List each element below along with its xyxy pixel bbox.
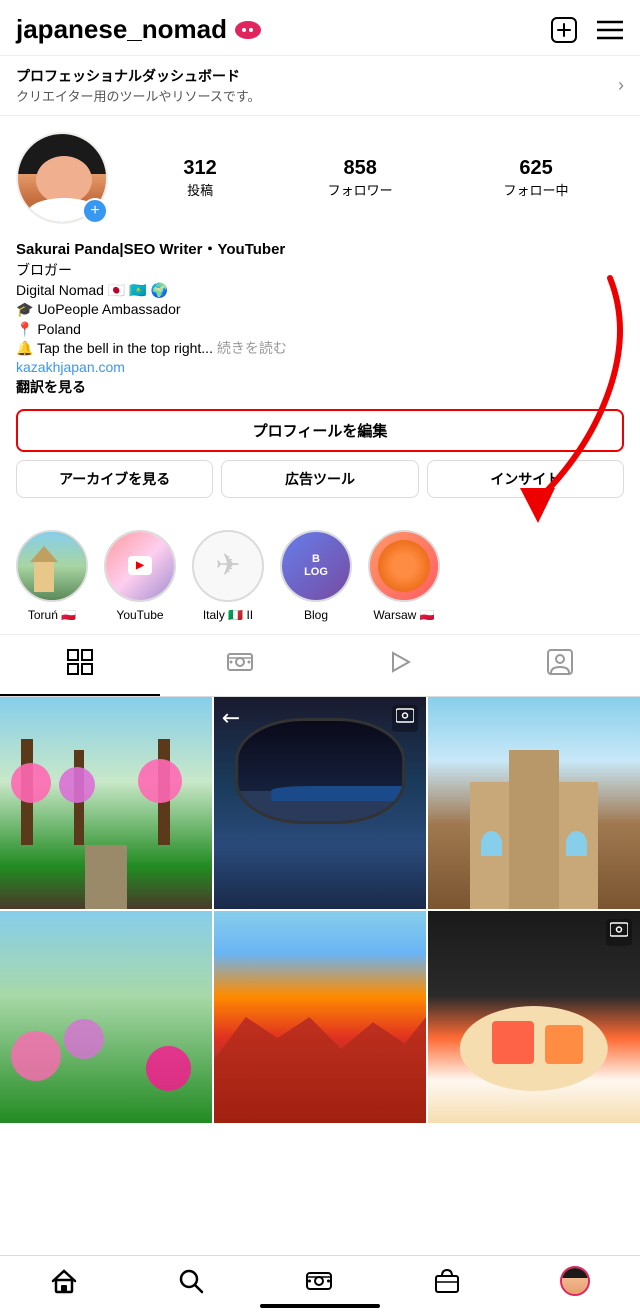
grid-item-4[interactable] (0, 911, 212, 1123)
highlight-label-warsaw: Warsaw 🇵🇱 (373, 608, 434, 622)
search-nav-icon (177, 1267, 205, 1295)
person-tag-icon (547, 649, 573, 682)
tab-tagged[interactable] (480, 635, 640, 696)
sub-buttons-row: アーカイブを見る 広告ツール インサイト (16, 460, 624, 498)
play-icon (387, 649, 413, 682)
highlight-circle-torun (16, 530, 88, 602)
header-left: japanese_nomad (16, 14, 261, 45)
bio-line2: 🎓 UoPeople Ambassador (16, 300, 624, 320)
reels-icon (227, 649, 253, 682)
posts-count: 312 (183, 157, 216, 180)
grid-item-5[interactable] (214, 911, 426, 1123)
reels-nav-icon (305, 1267, 333, 1295)
dashboard-subtitle: クリエイター用のツールやリソースです。 (16, 86, 261, 105)
highlights-scroll: Toruń 🇵🇱 ▶ YouTube ✈ Italy 🇮🇹 II BLOG (0, 530, 640, 622)
following-count: 625 (504, 157, 569, 180)
edit-profile-button[interactable]: プロフィールを編集 (16, 409, 624, 452)
highlight-label-youtube: YouTube (116, 608, 163, 622)
dashboard-banner[interactable]: プロフェッショナルダッシュボード クリエイター用のツールやリソースです。 › (0, 56, 640, 116)
highlights-section: Toruń 🇵🇱 ▶ YouTube ✈ Italy 🇮🇹 II BLOG (0, 522, 640, 635)
bio-line3: 📍 Poland (16, 320, 624, 340)
home-icon (50, 1267, 78, 1295)
nav-profile[interactable] (560, 1266, 590, 1296)
highlight-label-blog: Blog (304, 608, 328, 622)
grid-item-2[interactable]: ↙ (214, 697, 426, 909)
bio-line1: Digital Nomad 🇯🇵 🇰🇿 🌍 (16, 281, 624, 301)
posts-label: 投稿 (187, 183, 213, 198)
profile-section: + 312 投稿 858 フォロワー 625 フォロー中 Sakurai Pan… (0, 116, 640, 522)
bio-link[interactable]: kazakhjapan.com (16, 359, 125, 375)
highlight-label-italy: Italy 🇮🇹 II (203, 608, 253, 622)
profile-top: + 312 投稿 858 フォロワー 625 フォロー中 (16, 132, 624, 224)
nav-reels[interactable] (305, 1267, 333, 1295)
grid-icon (67, 649, 93, 682)
highlight-circle-youtube: ▶ (104, 530, 176, 602)
bio-line4: 🔔 Tap the bell in the top right... 続きを読む (16, 339, 624, 359)
highlight-label-torun: Toruń 🇵🇱 (28, 608, 76, 622)
nav-search[interactable] (177, 1267, 205, 1295)
highlight-torun[interactable]: Toruń 🇵🇱 (16, 530, 88, 622)
display-name: Sakurai Panda|SEO Writer・YouTuber (16, 238, 624, 259)
grid-item-6[interactable] (428, 911, 640, 1123)
message-dot-icon[interactable] (235, 21, 261, 39)
followers-count: 858 (328, 157, 393, 180)
highlight-italy[interactable]: ✈ Italy 🇮🇹 II (192, 530, 264, 622)
header-actions (550, 16, 624, 44)
home-bar (260, 1304, 380, 1308)
nav-shop[interactable] (433, 1267, 461, 1295)
grid-item-1[interactable] (0, 697, 212, 909)
add-story-button[interactable]: + (82, 198, 108, 224)
highlight-blog[interactable]: BLOG Blog (280, 530, 352, 622)
highlight-circle-italy: ✈ (192, 530, 264, 602)
highlight-circle-blog: BLOG (280, 530, 352, 602)
nav-home[interactable] (50, 1267, 78, 1295)
following-label: フォロー中 (504, 183, 569, 198)
dashboard-text: プロフェッショナルダッシュボード クリエイター用のツールやリソースです。 (16, 66, 261, 105)
insights-button[interactable]: インサイト (427, 460, 624, 498)
reel-badge-2 (392, 705, 418, 732)
highlight-youtube[interactable]: ▶ YouTube (104, 530, 176, 622)
tab-bar (0, 635, 640, 697)
username-label: japanese_nomad (16, 14, 227, 45)
avatar-wrap: + (16, 132, 108, 224)
following-stat[interactable]: 625 フォロー中 (504, 157, 569, 200)
photo-grid: ↙ (0, 697, 640, 1123)
shop-nav-icon (433, 1267, 461, 1295)
home-indicator (0, 1300, 640, 1316)
hamburger-menu-button[interactable] (596, 16, 624, 44)
followers-label: フォロワー (328, 183, 393, 198)
tab-grid[interactable] (0, 635, 160, 696)
reel-badge-6 (606, 919, 632, 946)
action-buttons: プロフィールを編集 アーカイブを見る 広告ツール インサイト (16, 409, 624, 498)
translate-button[interactable]: 翻訳を見る (16, 377, 624, 397)
highlight-circle-warsaw (368, 530, 440, 602)
highlight-warsaw[interactable]: Warsaw 🇵🇱 (368, 530, 440, 622)
bio-section: Sakurai Panda|SEO Writer・YouTuber ブロガー D… (16, 238, 624, 397)
stats-row: 312 投稿 858 フォロワー 625 フォロー中 (128, 157, 624, 200)
dashboard-title: プロフェッショナルダッシュボード (16, 66, 261, 86)
continue-reading[interactable]: 続きを読む (217, 340, 287, 356)
chevron-right-icon: › (618, 75, 624, 96)
tab-clips[interactable] (320, 635, 480, 696)
ad-tools-button[interactable]: 広告ツール (221, 460, 418, 498)
archive-button[interactable]: アーカイブを見る (16, 460, 213, 498)
app-header: japanese_nomad (0, 0, 640, 56)
nav-avatar (560, 1266, 590, 1296)
followers-stat[interactable]: 858 フォロワー (328, 157, 393, 200)
tab-reels[interactable] (160, 635, 320, 696)
bio-occupation: ブロガー (16, 261, 624, 281)
posts-stat[interactable]: 312 投稿 (183, 157, 216, 200)
add-post-button[interactable] (550, 16, 578, 44)
grid-item-3[interactable] (428, 697, 640, 909)
